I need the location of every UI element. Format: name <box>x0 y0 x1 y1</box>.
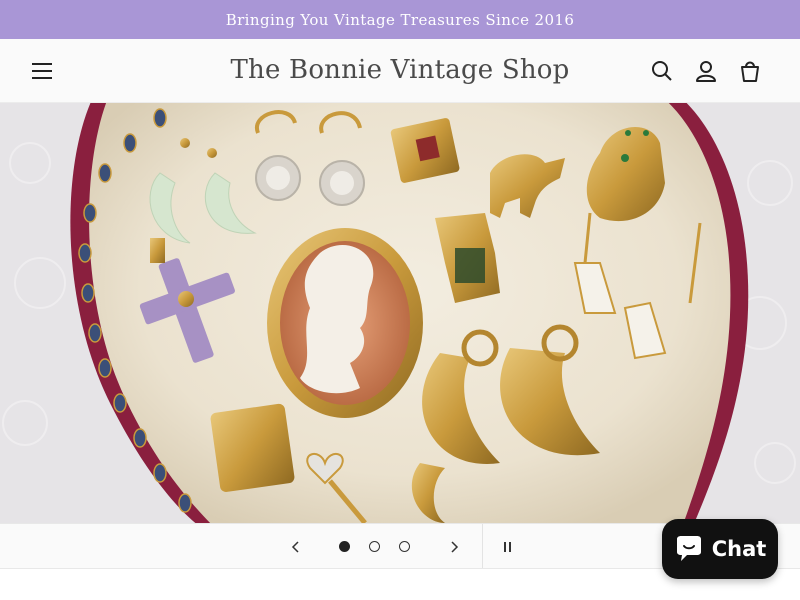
chat-bubble-icon <box>676 536 701 561</box>
chat-button[interactable]: Chat <box>662 519 778 579</box>
menu-icon[interactable] <box>28 58 56 84</box>
slide-dot-1[interactable] <box>339 541 350 552</box>
search-icon[interactable] <box>649 58 675 84</box>
site-header: The Bonnie Vintage Shop <box>0 39 800 103</box>
controls-divider <box>482 524 483 568</box>
announcement-bar: Bringing You Vintage Treasures Since 201… <box>0 0 800 39</box>
hero-image <box>0 103 800 523</box>
pause-icon[interactable] <box>498 537 518 557</box>
announcement-text: Bringing You Vintage Treasures Since 201… <box>225 10 575 29</box>
slide-dot-2[interactable] <box>369 541 380 552</box>
chevron-right-icon[interactable] <box>444 537 464 557</box>
hero-slideshow <box>0 103 800 523</box>
account-icon[interactable] <box>693 58 719 84</box>
chevron-left-icon[interactable] <box>286 537 306 557</box>
slide-dot-3[interactable] <box>399 541 410 552</box>
cart-icon[interactable] <box>737 58 763 84</box>
site-logo[interactable]: The Bonnie Vintage Shop <box>200 51 600 89</box>
chat-label: Chat <box>711 537 767 561</box>
